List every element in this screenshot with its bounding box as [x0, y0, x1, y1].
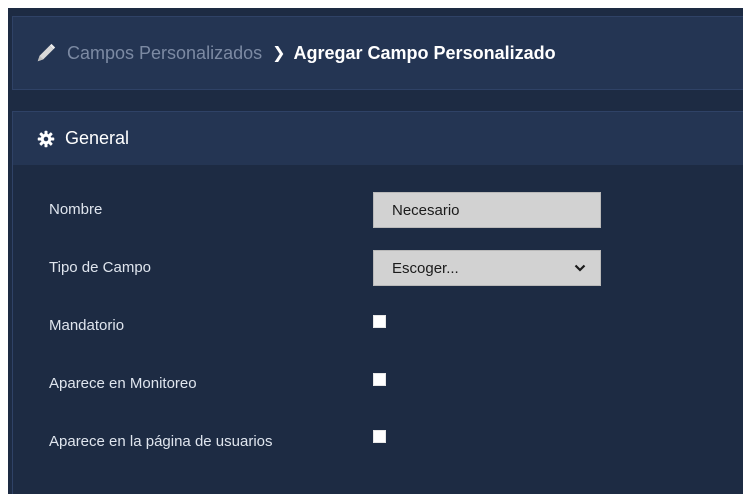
- mandatorio-checkbox[interactable]: [373, 315, 386, 328]
- chevron-down-icon: [574, 264, 586, 272]
- breadcrumb: Campos Personalizados ❯ Agregar Campo Pe…: [12, 16, 743, 90]
- tipo-de-campo-value: Escoger...: [392, 259, 459, 277]
- card-title: General: [65, 128, 130, 148]
- aparece-en-monitoreo-label: Aparece en Monitoreo: [49, 375, 197, 392]
- tipo-de-campo-label: Tipo de Campo: [49, 259, 151, 276]
- mandatorio-label: Mandatorio: [49, 317, 125, 334]
- card-header: General: [12, 111, 743, 165]
- form-card-body: Nombre Necesario Tipo de Campo Escoger..…: [12, 165, 743, 494]
- breadcrumb-current: Agregar Campo Personalizado: [293, 42, 556, 63]
- aparece-en-usuarios-checkbox[interactable]: [373, 430, 386, 443]
- gear-icon: [37, 130, 55, 147]
- tipo-de-campo-select[interactable]: Escoger...: [373, 250, 601, 286]
- aparece-en-monitoreo-checkbox[interactable]: [373, 373, 386, 386]
- pencil-icon: [37, 43, 56, 62]
- breadcrumb-parent-link[interactable]: Campos Personalizados: [67, 43, 262, 64]
- nombre-input[interactable]: Necesario: [373, 192, 601, 228]
- aparece-en-usuarios-label: Aparece en la página de usuarios: [49, 433, 273, 450]
- chevron-right-icon: ❯: [272, 45, 286, 62]
- nombre-label: Nombre: [49, 201, 103, 218]
